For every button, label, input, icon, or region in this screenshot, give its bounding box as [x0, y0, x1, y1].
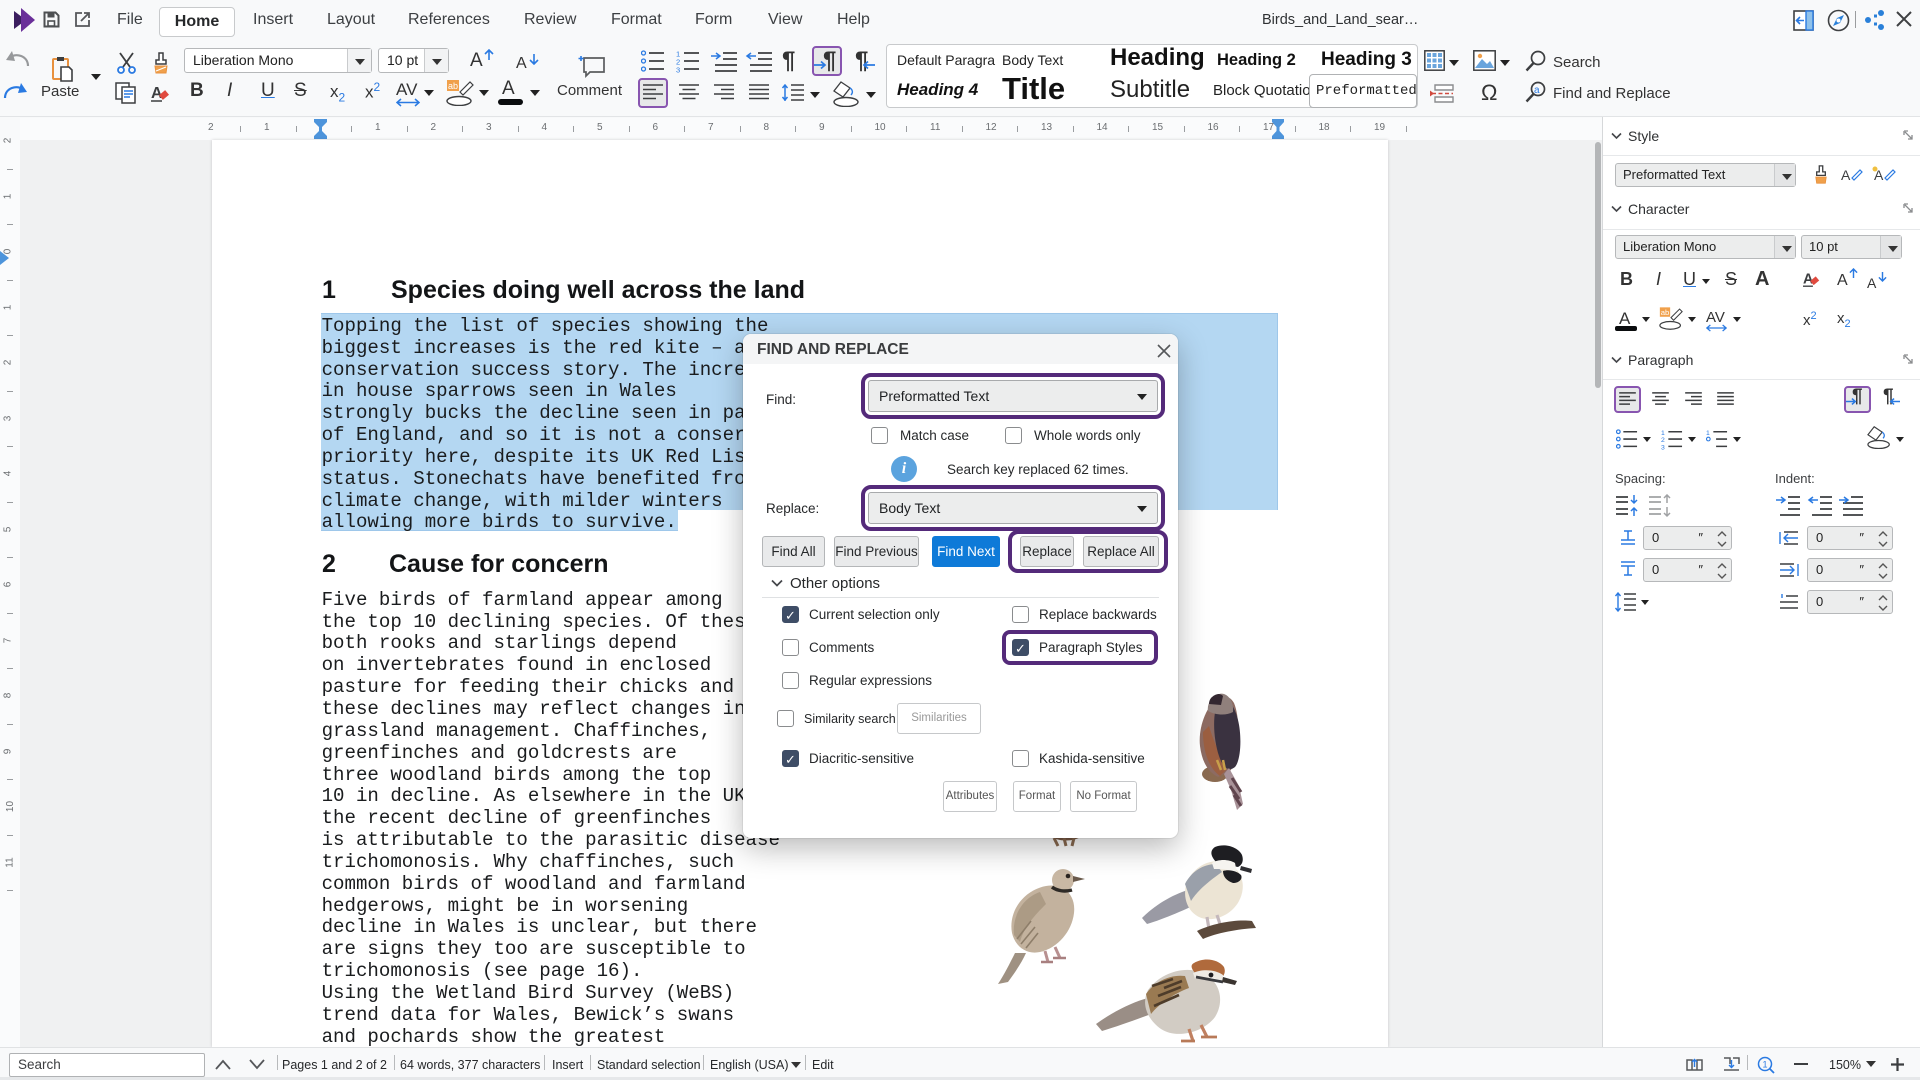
svg-text:a: a: [1534, 85, 1540, 96]
svg-text:3: 3: [676, 66, 680, 74]
svg-text:A: A: [1874, 167, 1884, 183]
svg-text:2: 2: [1661, 437, 1665, 444]
svg-text:3: 3: [1661, 445, 1665, 450]
svg-text:1: 1: [1706, 430, 1710, 437]
svg-text:ab: ab: [448, 81, 458, 91]
svg-text:1: 1: [1763, 1060, 1768, 1070]
svg-text:1: 1: [1661, 430, 1665, 437]
svg-text:ab: ab: [1661, 308, 1670, 317]
svg-text:A: A: [1841, 167, 1851, 183]
